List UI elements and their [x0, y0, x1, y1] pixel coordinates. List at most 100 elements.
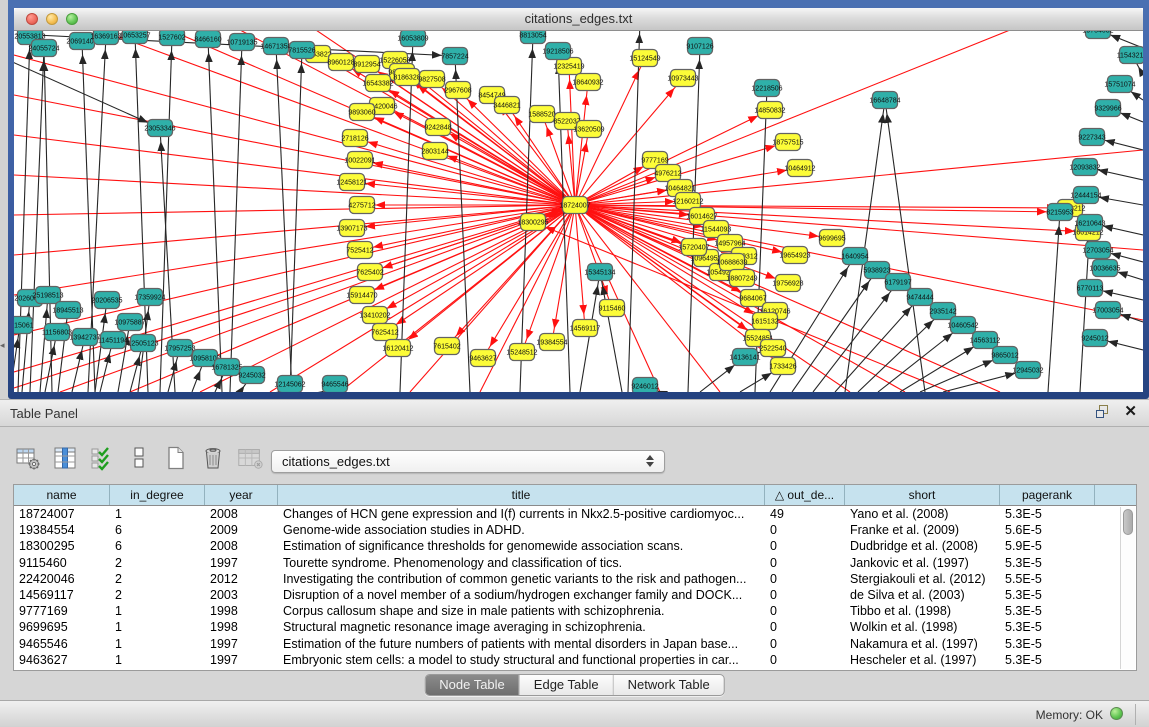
column-header-pagerank[interactable]: pagerank [1000, 485, 1095, 505]
column-header-title[interactable]: title [278, 485, 765, 505]
graph-node[interactable]: 18300295 [517, 214, 548, 231]
table-cell-year[interactable]: 2008 [205, 538, 278, 554]
graph-node[interactable]: 1527602 [158, 31, 185, 46]
graph-node[interactable]: 13942737 [69, 329, 100, 346]
table-cell-out_degree[interactable]: 0 [765, 571, 845, 587]
table-cell-pagerank[interactable]: 5.9E-5 [1000, 538, 1095, 554]
graph-node[interactable]: 19754032 [1082, 31, 1113, 39]
import-table-button[interactable] [236, 444, 264, 472]
graph-node[interactable]: 10688639 [716, 254, 747, 271]
network-graph[interactable]: 1872400718300295766382289601288912954152… [14, 31, 1143, 392]
graph-node[interactable]: 7857224 [441, 48, 468, 65]
table-cell-name[interactable]: 18724007 [14, 506, 110, 522]
table-cell-short[interactable]: Hescheler et al. (1997) [845, 652, 1000, 668]
graph-node[interactable]: 15124549 [629, 50, 660, 67]
table-cell-name[interactable]: 9777169 [14, 603, 110, 619]
table-cell-out_degree[interactable]: 0 [765, 619, 845, 635]
graph-node[interactable]: 24055724 [28, 40, 59, 57]
table-cell-title[interactable]: Changes of HCN gene expression and I(f) … [278, 506, 765, 522]
graph-node[interactable]: 13620509 [573, 121, 604, 138]
table-cell-short[interactable]: Wolkin et al. (1998) [845, 619, 1000, 635]
table-cell-year[interactable]: 1998 [205, 619, 278, 635]
graph-node[interactable]: 15914470 [346, 287, 377, 304]
delete-table-button[interactable] [199, 444, 227, 472]
graph-node[interactable]: 17957253 [164, 340, 195, 357]
graph-node[interactable]: 6179197 [884, 274, 911, 291]
graph-node[interactable]: 15720407 [678, 239, 709, 256]
graph-node[interactable]: 14850832 [754, 102, 785, 119]
table-cell-name[interactable]: 22420046 [14, 571, 110, 587]
table-cell-name[interactable]: 9699695 [14, 619, 110, 635]
graph-node[interactable]: 16543382 [362, 75, 393, 92]
table-cell-name[interactable]: 9465546 [14, 636, 110, 652]
graph-node[interactable]: 9684067 [739, 290, 766, 307]
new-table-button[interactable] [162, 444, 190, 472]
graph-node[interactable]: 12505123 [127, 335, 158, 352]
graph-node[interactable]: 9107126 [686, 38, 713, 55]
table-cell-name[interactable]: 18300295 [14, 538, 110, 554]
graph-node[interactable]: 4275712 [348, 197, 375, 214]
graph-node[interactable]: 15248512 [506, 344, 537, 361]
graph-node[interactable]: 7625412 [371, 324, 398, 341]
table-cell-in_degree[interactable]: 1 [110, 619, 205, 635]
graph-node[interactable]: 19756928 [772, 275, 803, 292]
close-panel-icon[interactable]: ✕ [1124, 405, 1137, 419]
graph-node[interactable]: 13907173 [336, 220, 367, 237]
scrollbar-thumb[interactable] [1123, 509, 1133, 535]
graph-node[interactable]: 1733426 [769, 358, 796, 375]
table-cell-title[interactable]: Disruption of a novel member of a sodium… [278, 587, 765, 603]
table-cell-out_degree[interactable]: 0 [765, 538, 845, 554]
graph-node[interactable]: 18945513 [52, 302, 83, 319]
table-cell-out_degree[interactable]: 0 [765, 555, 845, 571]
table-cell-out_degree[interactable]: 0 [765, 522, 845, 538]
table-cell-in_degree[interactable]: 1 [110, 636, 205, 652]
column-header-in_degree[interactable]: in_degree [110, 485, 205, 505]
graph-node[interactable]: 20206535 [91, 292, 122, 309]
graph-node[interactable]: 14671358 [260, 38, 291, 55]
table-cell-pagerank[interactable]: 5.3E-5 [1000, 603, 1095, 619]
graph-node[interactable]: 2522540 [759, 340, 786, 357]
graph-node[interactable]: 8186328 [393, 69, 420, 86]
table-cell-name[interactable]: 19384554 [14, 522, 110, 538]
table-row[interactable]: 946554611997Estimation of the future num… [14, 636, 1136, 652]
graph-node[interactable]: 16210643 [1074, 215, 1105, 232]
table-row[interactable]: 1872400712008Changes of HCN gene express… [14, 506, 1136, 522]
graph-node[interactable]: 1588520 [528, 106, 555, 123]
table-cell-pagerank[interactable]: 5.3E-5 [1000, 555, 1095, 571]
graph-node[interactable]: 18640932 [572, 74, 603, 91]
table-cell-short[interactable]: Nakamura et al. (1997) [845, 636, 1000, 652]
table-cell-title[interactable]: Genome-wide association studies in ADHD. [278, 522, 765, 538]
graph-node[interactable]: 9246012 [631, 378, 658, 393]
close-window-icon[interactable] [26, 13, 38, 25]
table-selector-dropdown[interactable]: citations_edges.txt [271, 450, 665, 473]
graph-node[interactable]: 12703054 [1082, 242, 1113, 259]
graph-node[interactable]: 9115460 [599, 300, 626, 317]
graph-node[interactable]: 2718126 [341, 130, 368, 147]
graph-node[interactable]: 9915061 [14, 317, 34, 334]
tab-node-table[interactable]: Node Table [425, 675, 520, 695]
graph-node[interactable]: 14136141 [729, 349, 760, 366]
table-cell-in_degree[interactable]: 1 [110, 603, 205, 619]
table-cell-year[interactable]: 2008 [205, 506, 278, 522]
graph-node[interactable]: 12458121 [336, 174, 367, 191]
graph-node[interactable]: 16120412 [382, 340, 413, 357]
table-cell-short[interactable]: Yano et al. (2008) [845, 506, 1000, 522]
table-cell-title[interactable]: Structural magnetic resonance image aver… [278, 619, 765, 635]
table-cell-out_degree[interactable]: 49 [765, 506, 845, 522]
graph-node[interactable]: 14569117 [570, 320, 601, 337]
table-cell-in_degree[interactable]: 2 [110, 587, 205, 603]
tab-edge-table[interactable]: Edge Table [520, 675, 614, 695]
table-cell-name[interactable]: 14569117 [14, 587, 110, 603]
table-cell-short[interactable]: Franke et al. (2009) [845, 522, 1000, 538]
table-cell-name[interactable]: 9115460 [14, 555, 110, 571]
graph-node[interactable]: 12218506 [751, 80, 782, 97]
graph-node[interactable]: 13410202 [359, 307, 390, 324]
table-row[interactable]: 1830029562008Estimation of significance … [14, 538, 1136, 554]
graph-node[interactable]: 17359924 [134, 289, 165, 306]
graph-node[interactable]: 11156803 [42, 324, 72, 341]
graph-node[interactable]: 10464912 [784, 160, 815, 177]
graph-node[interactable]: 2803144 [421, 143, 448, 160]
graph-node[interactable]: 6770113 [1077, 280, 1104, 297]
graph-node[interactable]: 11543210 [1117, 47, 1143, 64]
graph-node[interactable]: 9893060 [348, 104, 375, 121]
